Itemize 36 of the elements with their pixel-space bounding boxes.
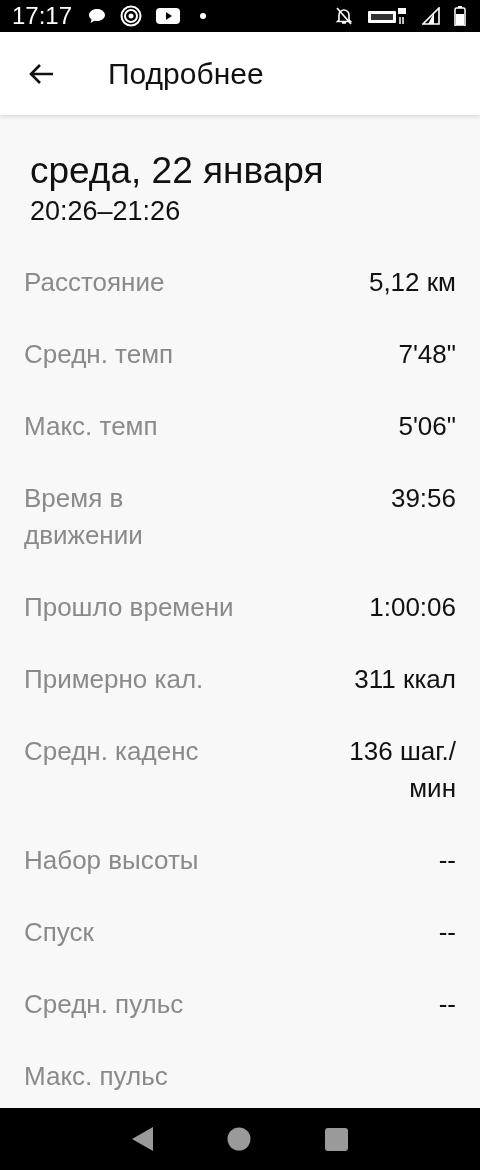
- stat-value: 1:00:06: [369, 591, 456, 624]
- workout-date: среда, 22 января: [30, 149, 325, 193]
- stat-label: Время в движении: [24, 482, 144, 552]
- chat-bubble-icon: [88, 8, 107, 24]
- stat-label: Средн. пульс: [24, 988, 185, 1021]
- stat-label: Средн. каденс: [24, 735, 200, 768]
- stat-value: 5'06": [398, 410, 456, 443]
- stat-value: 136 шаг./ мин: [348, 735, 456, 805]
- stat-value: 39:56: [390, 482, 456, 515]
- stat-value: --: [438, 916, 456, 949]
- stat-label: Набор высоты: [24, 844, 200, 877]
- status-time: 17:17: [12, 2, 73, 30]
- workout-time-range: 20:26–21:26: [30, 195, 182, 228]
- stat-label: Расстояние: [24, 266, 166, 299]
- stat-label: Макс. пульс: [24, 1060, 169, 1093]
- home-nav-icon[interactable]: [227, 1127, 252, 1151]
- screen-title: Подробнее: [108, 56, 264, 91]
- recents-nav-icon[interactable]: [325, 1127, 349, 1151]
- stat-label: Средн. темп: [24, 338, 175, 371]
- battery-icon: [454, 6, 466, 26]
- stat-label: Спуск: [24, 916, 95, 949]
- stat-label: Примерно кал.: [24, 663, 205, 696]
- muted-bell-icon: [334, 6, 354, 26]
- target-icon: [120, 5, 143, 27]
- stat-value: 5,12 км: [368, 266, 456, 299]
- dot-icon: [200, 13, 207, 19]
- stat-value: --: [438, 844, 456, 877]
- stat-value: 311 ккал: [354, 663, 456, 696]
- signal-icon: [422, 7, 440, 25]
- stat-value: --: [438, 988, 456, 1021]
- stat-value: 7'48": [398, 338, 456, 371]
- back-arrow-icon: [28, 62, 54, 85]
- play-icon: [156, 7, 181, 25]
- back-nav-icon[interactable]: [131, 1127, 154, 1151]
- stat-label: Макс. темп: [24, 410, 159, 443]
- stat-label: Прошло времени: [24, 591, 235, 624]
